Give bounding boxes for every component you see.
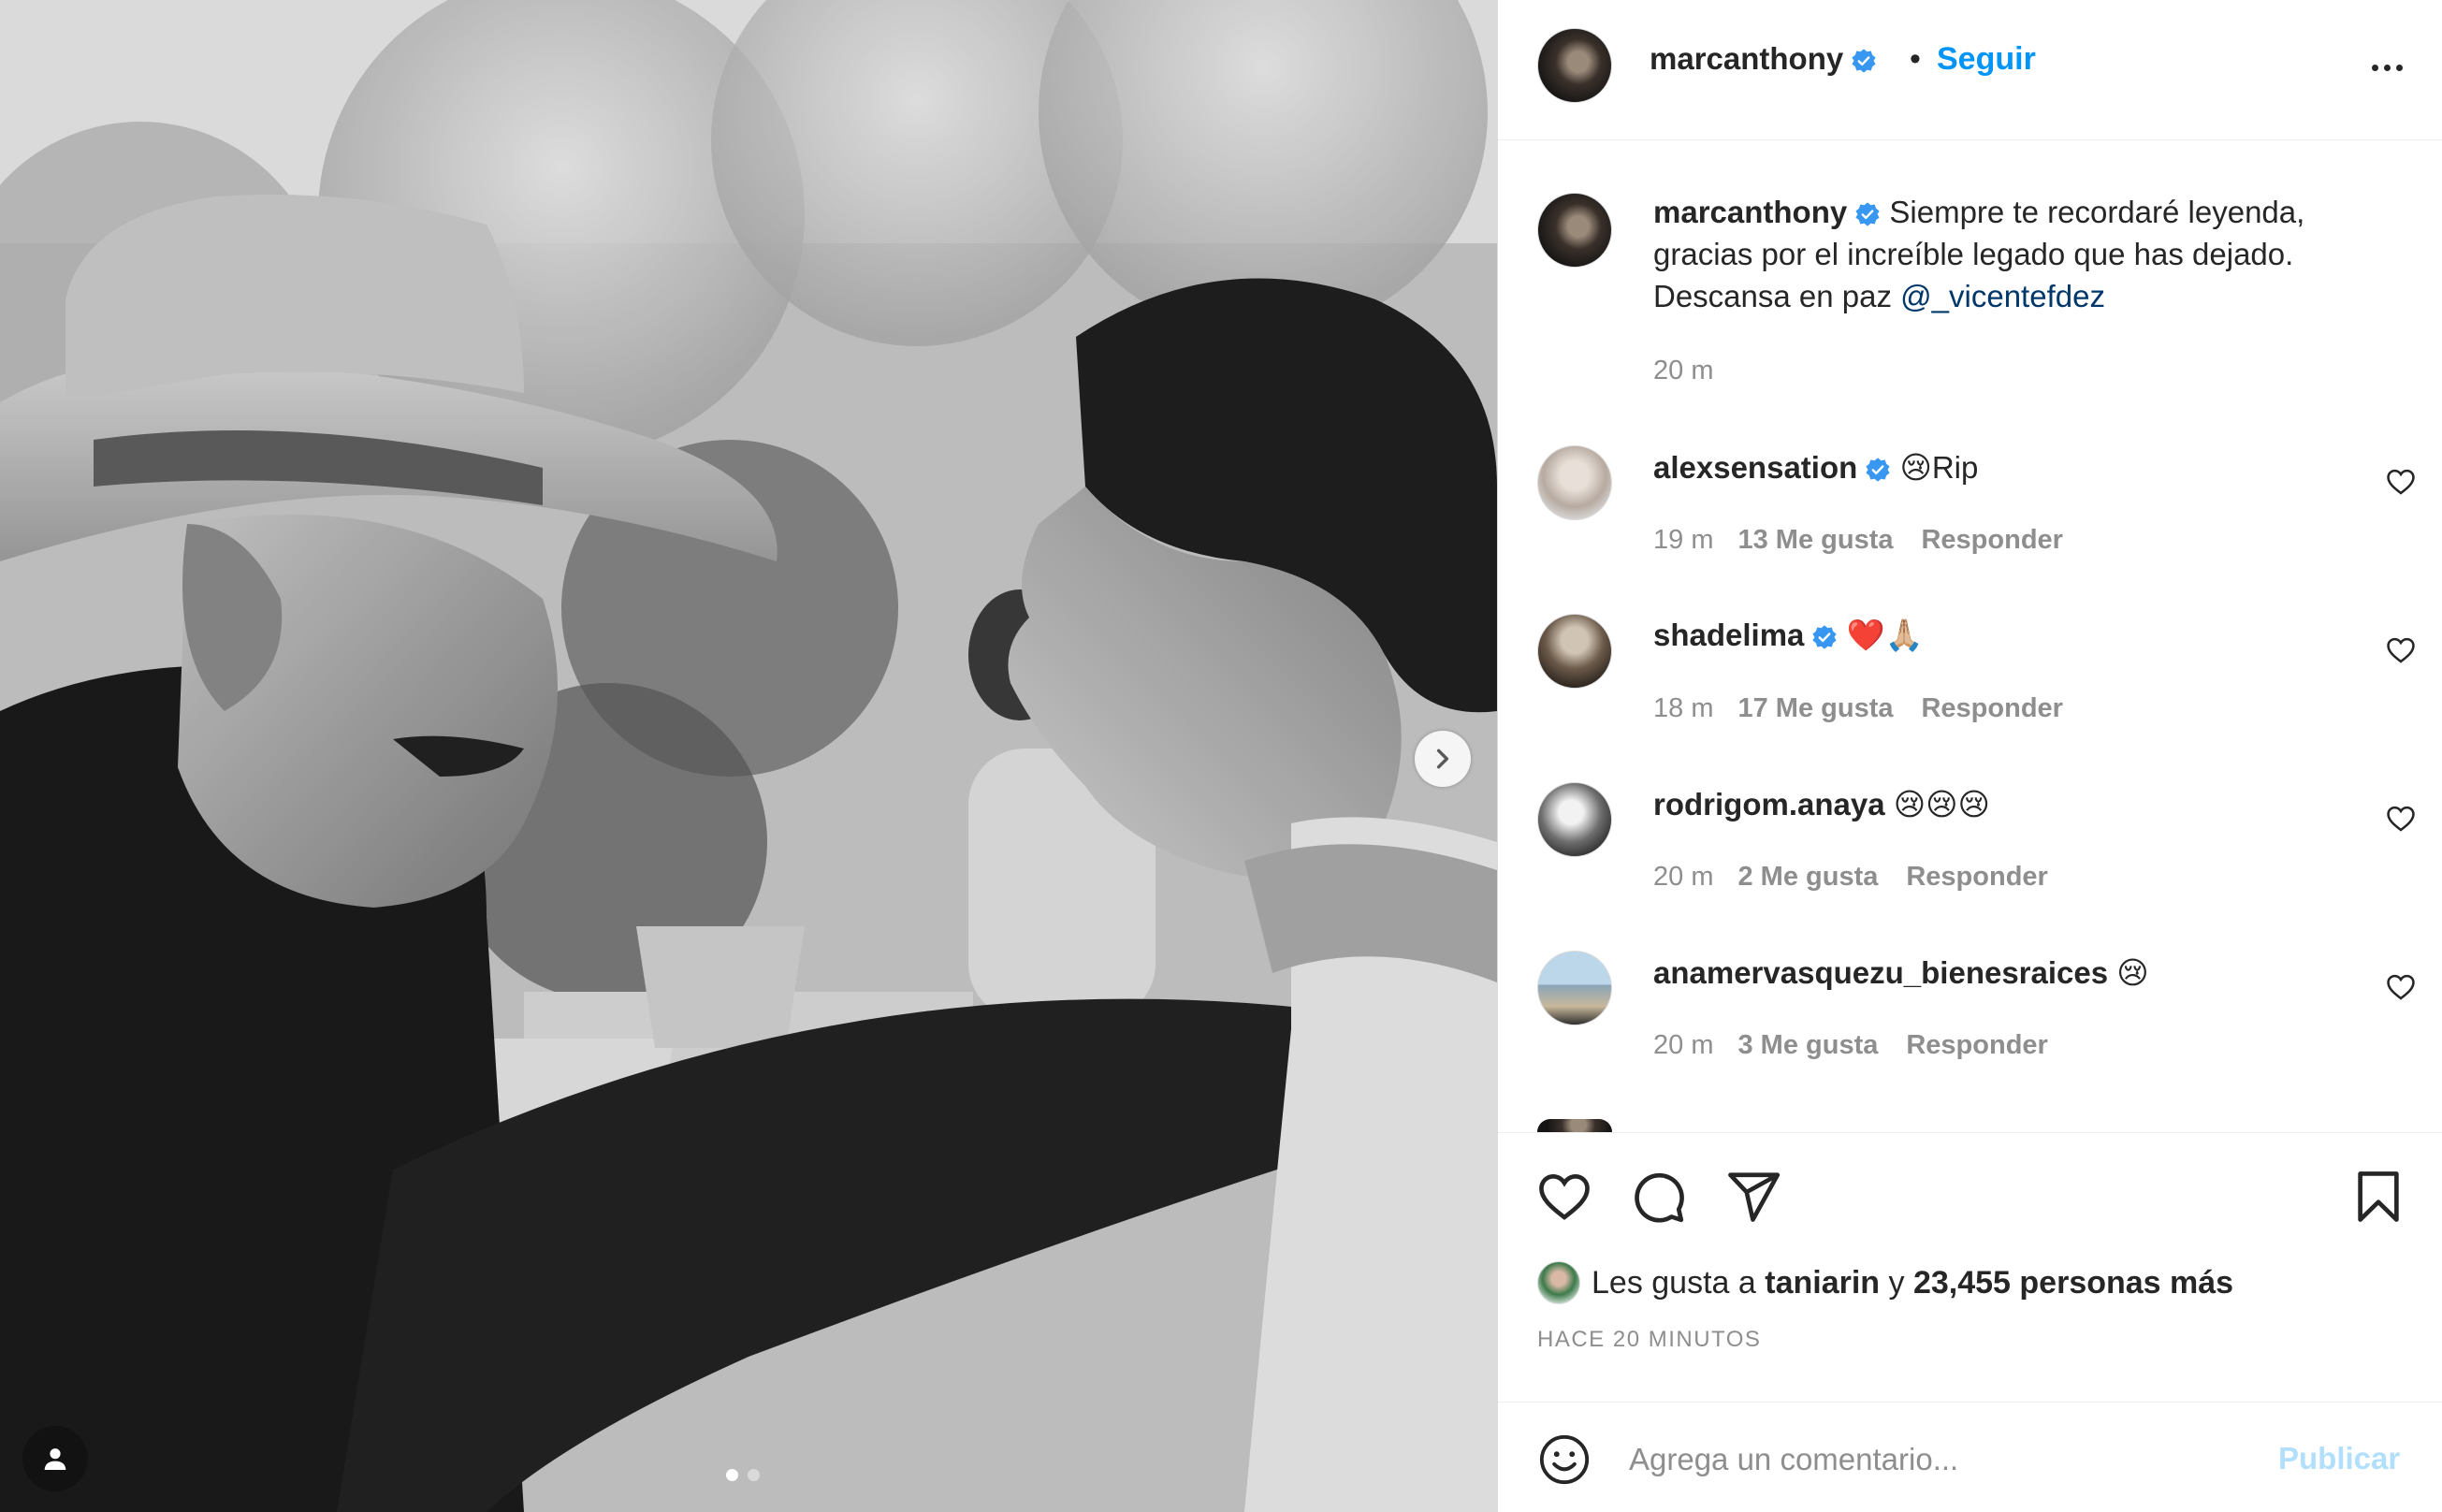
tagged-users-button[interactable] xyxy=(22,1426,88,1491)
heart-icon[interactable] xyxy=(2385,803,2417,835)
verified-badge-icon xyxy=(1855,202,1880,226)
comment-time: 20 m xyxy=(1653,862,1714,892)
verified-badge-icon xyxy=(1812,625,1838,649)
likes-others-link[interactable]: 23,455 personas más xyxy=(1913,1265,2233,1301)
heart-icon[interactable] xyxy=(2385,971,2417,1003)
carousel-indicator xyxy=(726,1469,760,1481)
caption-timestamp: 20 m xyxy=(1653,356,1714,385)
chevron-right-icon xyxy=(1436,749,1449,769)
comment-icon[interactable] xyxy=(1629,1168,1687,1226)
more-options-icon-dot xyxy=(2383,64,2391,71)
reply-button[interactable]: Responder xyxy=(1906,862,2047,892)
more-options-icon-dot xyxy=(2395,64,2403,71)
author-avatar[interactable] xyxy=(1537,28,1612,103)
post-timeago: HACE 20 MINUTOS xyxy=(1537,1327,1762,1352)
caption-avatar[interactable] xyxy=(1537,193,1612,268)
commenter-avatar[interactable] xyxy=(1537,782,1612,857)
heart-icon[interactable] xyxy=(2385,634,2417,666)
likes-summary: Les gusta a taniarin y 23,455 personas m… xyxy=(1537,1261,2233,1304)
verified-badge-icon xyxy=(1866,458,1890,482)
comment-text: 😢 xyxy=(2116,955,2149,990)
likes-prefix: Les gusta a xyxy=(1592,1264,1756,1301)
commenter-username[interactable]: alexsensation xyxy=(1653,450,1857,485)
commenter-avatar[interactable] xyxy=(1537,951,1612,1025)
caption-username[interactable]: marcanthony xyxy=(1653,195,1847,229)
comment-like-count[interactable]: 13 Me gusta xyxy=(1737,525,1893,555)
post-media[interactable] xyxy=(0,0,1497,1512)
verified-badge-icon xyxy=(1852,49,1876,73)
follow-button[interactable]: Seguir xyxy=(1937,41,2036,78)
like-heart-icon[interactable] xyxy=(1535,1168,1593,1226)
comment-like-count[interactable]: 3 Me gusta xyxy=(1737,1030,1878,1060)
next-photo-button[interactable] xyxy=(1415,731,1471,787)
post-details-panel: marcanthony • Seguir marcanthony Siempre… xyxy=(1497,0,2442,1512)
comment-time: 19 m xyxy=(1653,525,1714,555)
carousel-dot-active xyxy=(726,1469,738,1481)
comment-meta: 20 m 3 Me gusta Responder xyxy=(1653,1030,2048,1061)
liker-avatar[interactable] xyxy=(1537,1261,1580,1304)
commenter-username[interactable]: anamervasquezu_bienesraices xyxy=(1653,955,2108,990)
more-options-button[interactable] xyxy=(2359,49,2415,86)
carousel-dot xyxy=(748,1469,760,1481)
comment-like-count[interactable]: 2 Me gusta xyxy=(1737,862,1878,892)
commenter-avatar-partial xyxy=(1537,1119,1612,1132)
more-options-icon xyxy=(2371,64,2378,71)
bookmark-icon[interactable] xyxy=(2349,1168,2407,1226)
share-icon[interactable] xyxy=(1724,1168,1782,1226)
reply-button[interactable]: Responder xyxy=(1906,1030,2047,1060)
commenter-avatar[interactable] xyxy=(1537,614,1612,689)
comment-meta: 20 m 2 Me gusta Responder xyxy=(1653,862,2048,893)
user-tag-icon xyxy=(44,1448,66,1470)
header-separator: • xyxy=(1910,41,1921,77)
publish-button[interactable]: Publicar xyxy=(2278,1441,2400,1476)
post-header: marcanthony • Seguir xyxy=(1498,0,2442,140)
comment-like-count[interactable]: 17 Me gusta xyxy=(1737,693,1893,723)
caption-mention-link[interactable]: @_vicentefdez xyxy=(1900,279,2105,313)
likes-conj: y xyxy=(1888,1264,1905,1301)
comment-meta: 18 m 17 Me gusta Responder xyxy=(1653,693,2063,724)
reply-button[interactable]: Responder xyxy=(1921,525,2062,555)
comment-time: 20 m xyxy=(1653,1030,1714,1060)
reply-button[interactable]: Responder xyxy=(1921,693,2062,723)
liker-username[interactable]: taniarin xyxy=(1765,1265,1880,1301)
comment-text: 😢Rip xyxy=(1899,450,1979,485)
comment-text: ❤️🙏🏼 xyxy=(1846,618,1924,652)
post-caption: marcanthony Siempre te recordaré leyenda… xyxy=(1653,191,2402,317)
comment-text: 😢😢😢 xyxy=(1893,787,1990,821)
commenter-username[interactable]: rodrigom.anaya xyxy=(1653,787,1885,821)
author-username[interactable]: marcanthony xyxy=(1650,41,1843,76)
heart-icon[interactable] xyxy=(2385,466,2417,498)
emoji-icon[interactable] xyxy=(1537,1432,1592,1487)
post-photo xyxy=(0,0,1497,1512)
comment-input[interactable] xyxy=(1629,1432,2228,1488)
commenter-avatar[interactable] xyxy=(1537,445,1612,520)
comment-meta: 19 m 13 Me gusta Responder xyxy=(1653,525,2063,556)
commenter-username[interactable]: shadelima xyxy=(1653,618,1804,652)
comment-time: 18 m xyxy=(1653,693,1714,723)
